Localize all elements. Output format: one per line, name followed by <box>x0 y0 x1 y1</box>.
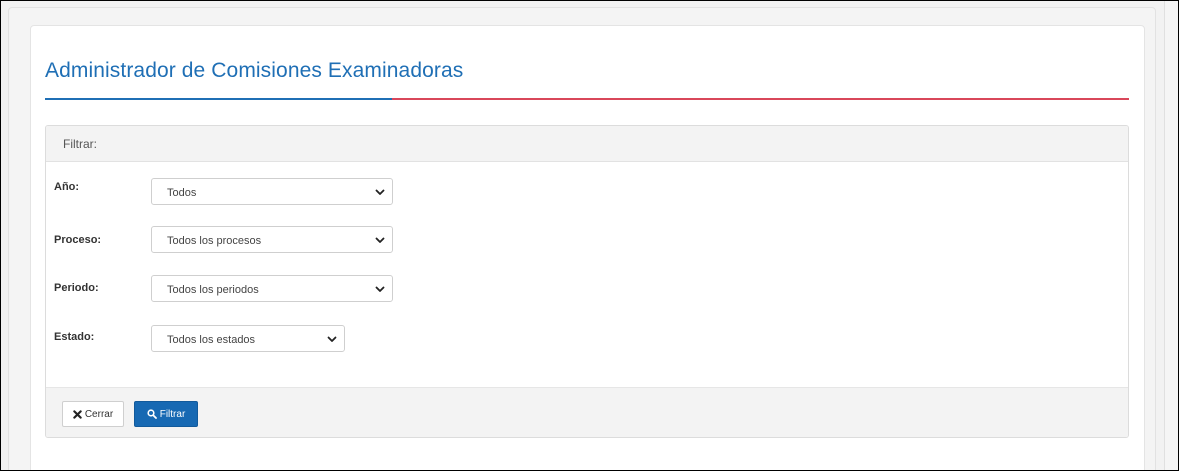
filter-panel-header: Filtrar: <box>46 126 1128 162</box>
filter-panel: Filtrar: Año: Todos Proceso: Todos los p… <box>45 125 1129 438</box>
filter-panel-title: Filtrar: <box>63 137 97 151</box>
status-select-value: Todos los estados <box>167 334 256 346</box>
period-select[interactable]: Todos los periodos <box>151 275 393 302</box>
status-label: Estado: <box>54 331 95 343</box>
close-button[interactable]: Cerrar <box>62 401 124 427</box>
filter-button-label: Filtrar <box>159 408 186 420</box>
year-label: Año: <box>54 181 80 193</box>
search-icon <box>147 409 157 419</box>
times-icon <box>73 409 82 419</box>
process-select-value: Todos los procesos <box>167 235 262 247</box>
status-select[interactable]: Todos los estados <box>151 325 345 352</box>
title-divider <box>45 98 1129 100</box>
year-select-value: Todos <box>167 187 197 199</box>
close-button-label: Cerrar <box>84 408 114 420</box>
page-title: Administrador de Comisiones Examinadoras <box>45 59 464 82</box>
process-label: Proceso: <box>54 234 102 246</box>
period-select-value: Todos los periodos <box>167 284 259 296</box>
chevron-down-icon <box>375 189 385 195</box>
filter-panel-footer: Cerrar Filtrar <box>46 387 1128 437</box>
right-scroll-area <box>1164 1 1178 470</box>
period-label: Periodo: <box>54 282 99 294</box>
chevron-down-icon <box>375 286 385 292</box>
chevron-down-icon <box>327 336 337 342</box>
filter-button[interactable]: Filtrar <box>134 401 198 427</box>
process-select[interactable]: Todos los procesos <box>151 226 393 253</box>
browser-viewport: Administrador de Comisiones Examinadoras… <box>0 0 1179 471</box>
year-select[interactable]: Todos <box>151 178 393 205</box>
chevron-down-icon <box>375 237 385 243</box>
